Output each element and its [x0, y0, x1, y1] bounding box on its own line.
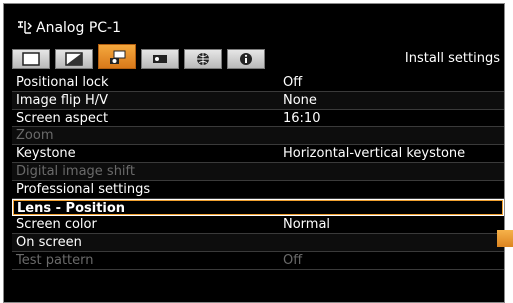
selection-indicator	[497, 230, 513, 247]
menu-item-value: Horizontal-vertical keystone	[283, 146, 466, 162]
menu-item-lens-position[interactable]: Lens - Position	[12, 198, 504, 217]
menu-item-digital-image-shift: Digital image shift	[12, 162, 504, 181]
input-source-icon	[16, 20, 32, 34]
install-settings-icon	[110, 50, 126, 64]
osd-menu-window: Analog PC-1 Install settings Positional …	[3, 3, 505, 303]
menu-item-value: 16:10	[283, 110, 321, 126]
menu-item-value: Off	[283, 252, 303, 268]
menu-item-label: Test pattern	[16, 252, 94, 268]
menu-item-test-pattern: Test pattern Off	[12, 251, 504, 270]
tab-network-settings[interactable]	[184, 49, 222, 69]
menu-item-label: Image flip H/V	[16, 92, 109, 108]
menu-item-label: Keystone	[16, 146, 76, 162]
image-adjust-icon	[65, 52, 83, 66]
menu-item-label: Lens - Position	[17, 200, 126, 216]
tab-information[interactable]	[227, 49, 265, 69]
window-title-text: Analog PC-1	[36, 20, 121, 36]
menu-item-screen-aspect[interactable]: Screen aspect 16:10	[12, 109, 504, 128]
information-icon	[240, 53, 252, 65]
network-settings-icon	[197, 53, 209, 65]
menu-item-label: Positional lock	[16, 75, 109, 90]
menu-item-professional-settings[interactable]: Professional settings	[12, 180, 504, 199]
system-settings-icon	[153, 55, 167, 63]
menu-item-label: Zoom	[16, 128, 54, 144]
menu-item-label: Digital image shift	[16, 163, 135, 179]
window-title: Analog PC-1	[16, 19, 121, 37]
section-label: Install settings	[404, 51, 500, 66]
tab-system-settings[interactable]	[141, 49, 179, 69]
picture-adjust-icon	[22, 52, 40, 66]
tab-image-adjust[interactable]	[55, 49, 93, 69]
settings-menu-list: Positional lock Off Image flip H/V None …	[12, 74, 504, 270]
menu-item-on-screen[interactable]: On screen	[12, 234, 504, 252]
tab-picture-adjust[interactable]	[12, 49, 50, 69]
menu-item-screen-color[interactable]: Screen color Normal	[12, 216, 504, 235]
menu-item-value: None	[283, 92, 317, 108]
menu-item-label: On screen	[16, 235, 82, 251]
menu-item-zoom: Zoom	[12, 127, 504, 146]
menu-item-label: Professional settings	[16, 181, 151, 197]
tab-install-settings[interactable]	[98, 44, 136, 69]
menu-item-label: Screen aspect	[16, 110, 109, 126]
menu-item-image-flip[interactable]: Image flip H/V None	[12, 91, 504, 110]
menu-item-positional-lock[interactable]: Positional lock Off	[12, 74, 504, 92]
menu-tab-bar: Install settings	[12, 44, 504, 70]
menu-item-label: Screen color	[16, 217, 97, 233]
menu-item-value: Normal	[283, 217, 331, 233]
menu-item-value: Off	[283, 75, 303, 90]
menu-item-keystone[interactable]: Keystone Horizontal-vertical keystone	[12, 145, 504, 163]
